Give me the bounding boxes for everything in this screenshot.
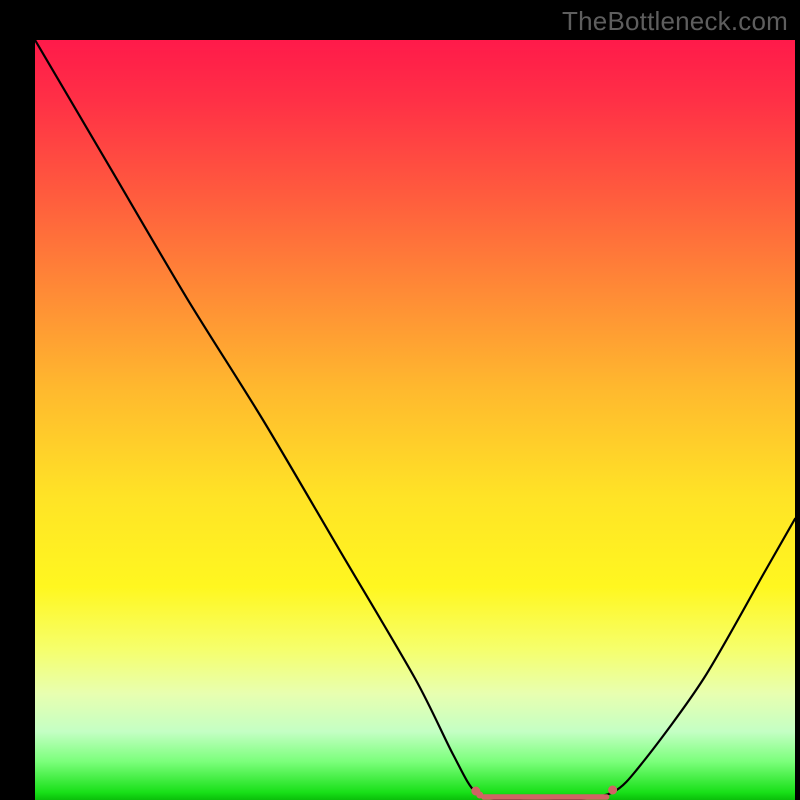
plot-area [35, 40, 795, 800]
flat-region-markers [471, 786, 617, 799]
bottleneck-curve-path [35, 40, 795, 800]
flat-marker-dot [608, 786, 617, 795]
chart-container: TheBottleneck.com [0, 0, 800, 800]
watermark-text: TheBottleneck.com [562, 6, 788, 37]
curve-svg [35, 40, 795, 800]
